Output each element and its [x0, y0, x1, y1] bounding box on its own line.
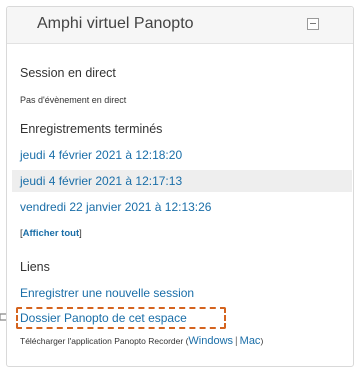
- block-title: Amphi virtuel Panopto: [37, 15, 194, 32]
- record-new-session-link[interactable]: Enregistrer une nouvelle session: [20, 286, 194, 300]
- show-all-link[interactable]: Afficher tout: [23, 228, 79, 239]
- recording-row: jeudi 4 février 2021 à 12:18:20: [12, 144, 352, 166]
- recording-link[interactable]: jeudi 4 février 2021 à 12:17:13: [20, 174, 182, 188]
- panopto-folder-link[interactable]: Dossier Panopto de cet espace: [20, 311, 187, 325]
- live-session-heading: Session en direct: [20, 66, 116, 80]
- download-text: Télécharger l'application Panopto Record…: [20, 336, 189, 346]
- windows-download-link[interactable]: Windows: [188, 335, 233, 347]
- minus-square-icon[interactable]: [307, 18, 319, 30]
- recording-row: vendredi 22 janvier 2021 à 12:13:26: [12, 196, 352, 218]
- download-recorder-line: Télécharger l'application Panopto Record…: [20, 335, 263, 347]
- recording-link[interactable]: vendredi 22 janvier 2021 à 12:13:26: [20, 200, 211, 214]
- separator: |: [235, 336, 238, 347]
- live-session-status: Pas d'évènement en direct: [20, 95, 127, 105]
- links-heading: Liens: [20, 260, 50, 274]
- recordings-heading: Enregistrements terminés: [20, 122, 163, 136]
- show-all: [Afficher tout]: [20, 228, 82, 239]
- download-suffix: ): [260, 336, 264, 346]
- recording-link[interactable]: jeudi 4 février 2021 à 12:18:20: [20, 148, 182, 162]
- mac-download-link[interactable]: Mac: [240, 335, 261, 347]
- bracket-close: ]: [79, 228, 82, 239]
- recording-row: jeudi 4 février 2021 à 12:17:13: [12, 170, 352, 192]
- block-header: Amphi virtuel Panopto: [7, 7, 353, 44]
